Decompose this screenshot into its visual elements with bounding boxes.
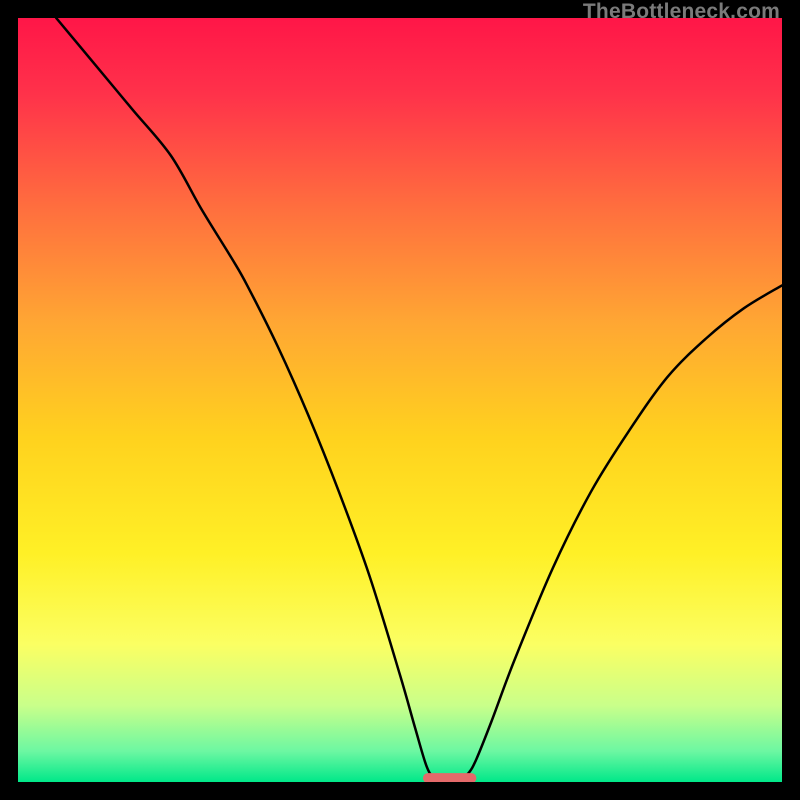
chart-background bbox=[18, 18, 782, 782]
bottleneck-chart bbox=[18, 18, 782, 782]
chart-frame: TheBottleneck.com bbox=[0, 0, 800, 800]
optimal-marker bbox=[423, 773, 476, 782]
watermark-text: TheBottleneck.com bbox=[583, 0, 780, 24]
